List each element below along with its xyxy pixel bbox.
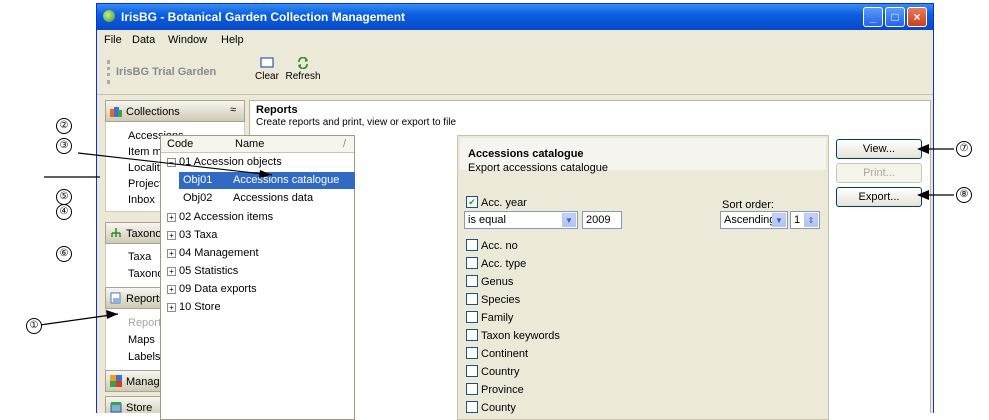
- callout-3: ③: [56, 138, 72, 154]
- callout-1: ①: [26, 318, 42, 334]
- arrow-icon: [917, 190, 929, 200]
- callout-6: ⑥: [56, 246, 72, 262]
- callout-7: ⑦: [956, 141, 972, 157]
- callout-line: [77, 152, 273, 176]
- callout-4: ④: [56, 204, 72, 220]
- callout-8: ⑧: [956, 187, 972, 203]
- arrow-icon: [259, 170, 272, 178]
- callout-2: ②: [56, 118, 72, 134]
- callout-line: [39, 313, 119, 326]
- callout-5: ⑤: [56, 189, 72, 205]
- arrow-icon: [106, 310, 118, 319]
- annotation-overlay: [39, 144, 954, 326]
- arrow-icon: [917, 144, 929, 154]
